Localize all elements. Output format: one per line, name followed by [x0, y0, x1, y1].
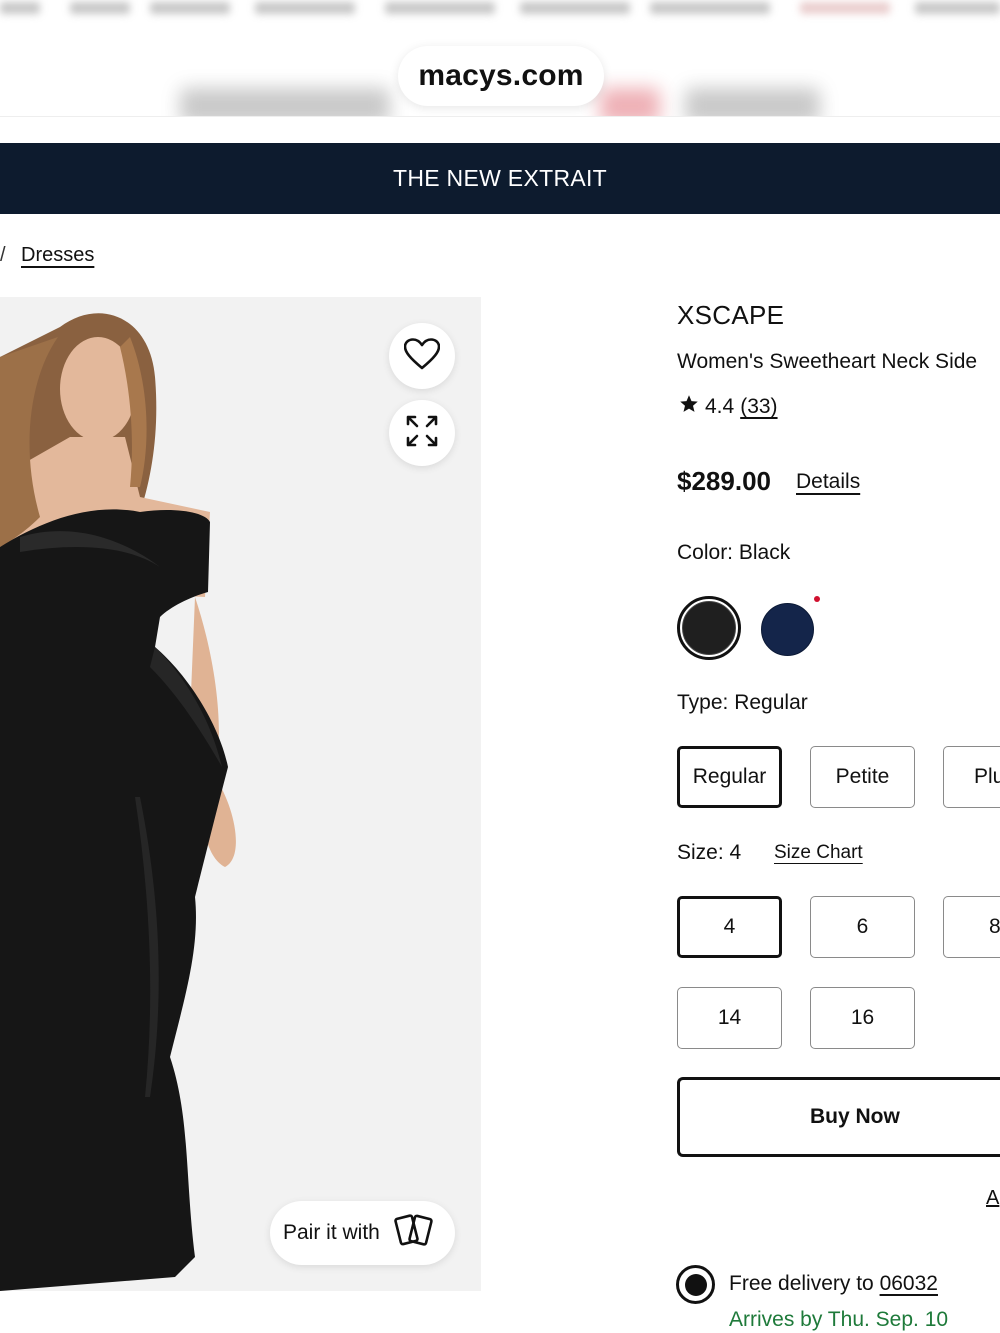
buy-now-button[interactable]: Buy Now: [677, 1077, 1000, 1157]
wishlist-button[interactable]: [389, 323, 455, 389]
arrival-date: Arrives by Thu. Sep. 10: [729, 1308, 949, 1331]
buy-now-label: Buy Now: [810, 1105, 900, 1128]
expand-icon: [405, 414, 439, 453]
review-count[interactable]: (33): [740, 395, 777, 419]
new-indicator-dot: [814, 596, 820, 602]
cards-icon: [394, 1212, 434, 1254]
delivery-zip-link[interactable]: 06032: [880, 1272, 938, 1295]
size-chart-link[interactable]: Size Chart: [774, 842, 863, 864]
brand-name[interactable]: XSCAPE: [677, 300, 784, 331]
pair-it-with-label: Pair it with: [283, 1221, 380, 1244]
type-option-label: Plu: [974, 765, 1000, 788]
promo-banner-text: THE NEW EXTRAIT: [392, 165, 608, 191]
type-option-label: Petite: [835, 765, 890, 788]
product-image[interactable]: [0, 297, 481, 1291]
size-option-label: 16: [850, 1006, 875, 1029]
type-label: Type: Regular: [677, 691, 808, 714]
blurred-promo-accent: [600, 88, 660, 116]
expand-image-button[interactable]: [389, 400, 455, 466]
size-option-label: 4: [723, 915, 736, 938]
price-details-link[interactable]: Details: [796, 470, 860, 494]
size-option-label: 14: [717, 1006, 742, 1029]
type-option-label: Regular: [692, 765, 767, 788]
blurred-top-nav: [0, 0, 1000, 20]
partial-link[interactable]: A: [986, 1187, 999, 1210]
delivery-prefix: Free delivery to: [729, 1272, 874, 1295]
breadcrumb-separator: /: [0, 244, 6, 266]
pair-it-with-button[interactable]: Pair it with: [270, 1201, 455, 1265]
size-4-button[interactable]: 4: [677, 896, 782, 958]
size-8-button[interactable]: 8: [943, 896, 1000, 958]
size-option-label: 6: [856, 915, 869, 938]
color-swatch-navy[interactable]: [761, 603, 814, 656]
rating-value: 4.4: [705, 395, 735, 418]
delivery-radio[interactable]: [676, 1265, 715, 1304]
size-option-label: 8: [989, 915, 1000, 938]
type-petite-button[interactable]: Petite: [810, 746, 915, 808]
heart-icon: [403, 337, 441, 375]
star-icon: [679, 394, 699, 420]
size-14-button[interactable]: 14: [677, 987, 782, 1049]
blurred-promo-text: [685, 88, 820, 116]
url-pill[interactable]: macys.com: [398, 46, 604, 106]
size-6-button[interactable]: 6: [810, 896, 915, 958]
color-label: Color: Black: [677, 541, 791, 564]
size-16-button[interactable]: 16: [810, 987, 915, 1049]
color-swatch-black[interactable]: [677, 596, 741, 660]
rating[interactable]: 4.4 (33): [679, 394, 778, 420]
price: $289.00: [677, 466, 771, 496]
size-label: Size: 4: [677, 841, 742, 864]
type-plus-button[interactable]: Plu: [943, 746, 1000, 808]
product-name: Women's Sweetheart Neck Side: [677, 350, 978, 373]
breadcrumb-dresses[interactable]: Dresses: [21, 244, 94, 267]
promo-banner[interactable]: THE NEW EXTRAIT: [0, 143, 1000, 214]
delivery-option: Free delivery to 06032: [729, 1272, 938, 1296]
blurred-promo-text: [180, 88, 390, 116]
type-regular-button[interactable]: Regular: [677, 746, 782, 808]
